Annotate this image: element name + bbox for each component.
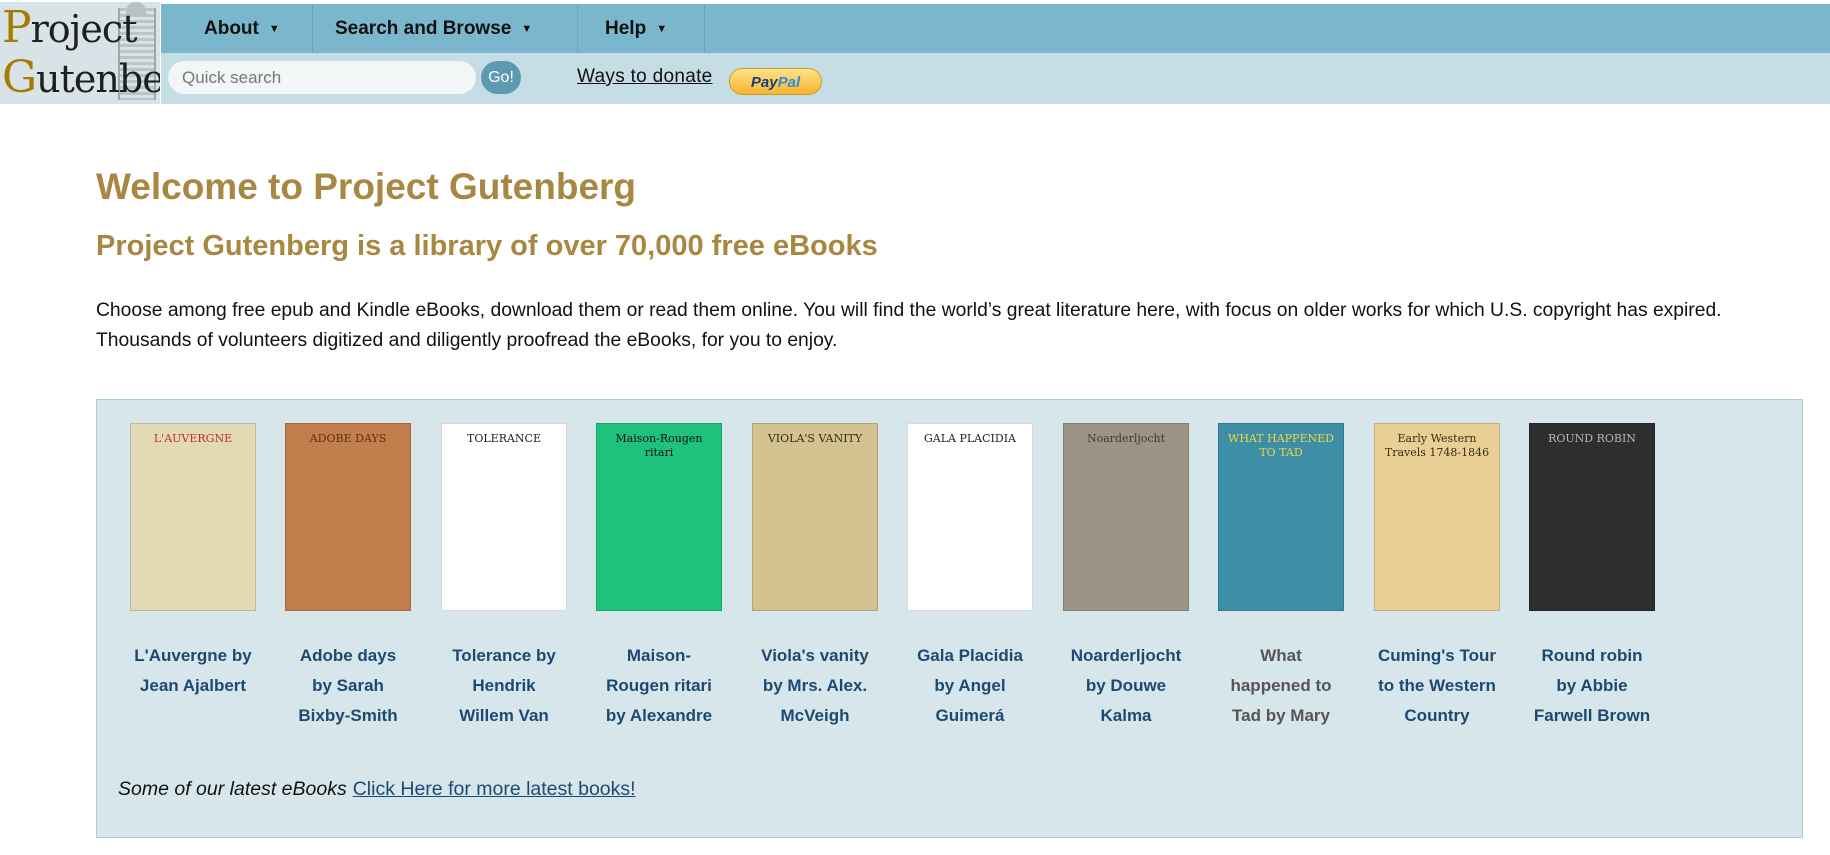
book-title-link[interactable]: Round robin by Abbie Farwell Brown [1529, 641, 1655, 731]
book-cover[interactable]: VIOLA'S VANITY [752, 423, 878, 611]
paypal-button[interactable]: PayPal [729, 68, 822, 95]
book-card[interactable]: Early Western Travels 1748-1846 Cuming's… [1374, 423, 1500, 731]
nav-help-menu[interactable]: Help ▼ [578, 4, 705, 53]
intro-paragraph: Choose among free epub and Kindle eBooks… [96, 300, 1722, 351]
book-cover[interactable]: Noarderljocht [1063, 423, 1189, 611]
book-card[interactable]: Noarderljocht Noarderljocht by Douwe Kal… [1063, 423, 1189, 731]
cover-text: ROUND ROBIN [1548, 432, 1636, 445]
book-title-link[interactable]: Tolerance by Hendrik Willem Van [441, 641, 567, 731]
dropdown-arrow-icon: ▼ [656, 23, 668, 35]
nav-about-menu[interactable]: About ▼ [161, 4, 313, 53]
project-gutenberg-logo[interactable]: Project Gutenberg [0, 2, 160, 104]
book-title-link[interactable]: Viola's vanity by Mrs. Alex. McVeigh Mil… [752, 641, 878, 731]
logo-line-2: Gutenberg [2, 52, 160, 103]
logo-line-1: Project [2, 2, 137, 53]
book-cover[interactable]: GALA PLACIDIA [907, 423, 1033, 611]
quick-search-input[interactable] [168, 61, 476, 94]
latest-books-panel: L'AUVERGNE L'Auvergne by Jean Ajalbert A… [96, 399, 1803, 838]
book-title-link[interactable]: Cuming's Tour to the Western Country (18… [1374, 641, 1500, 731]
ways-to-donate-link[interactable]: Ways to donate [577, 66, 713, 88]
book-cover[interactable]: ADOBE DAYS [285, 423, 411, 611]
book-card[interactable]: VIOLA'S VANITY Viola's vanity by Mrs. Al… [752, 423, 878, 731]
cover-text: GALA PLACIDIA [924, 432, 1016, 445]
cover-text: WHAT HAPPENED TO TAD [1228, 432, 1334, 459]
book-cover[interactable]: Early Western Travels 1748-1846 [1374, 423, 1500, 611]
book-card[interactable]: Maison-Rougen ritari Maison-Rougen ritar… [596, 423, 722, 731]
cover-text: TOLERANCE [467, 432, 541, 445]
book-title-link[interactable]: Adobe days by Sarah Bixby-Smith [285, 641, 411, 731]
nav-search-browse-menu[interactable]: Search and Browse ▼ [313, 4, 578, 53]
main-navigation: About ▼ Search and Browse ▼ Help ▼ [161, 4, 1830, 53]
book-card[interactable]: ROUND ROBIN Round robin by Abbie Farwell… [1529, 423, 1655, 731]
search-go-button[interactable]: Go! [481, 61, 521, 94]
book-cover[interactable]: TOLERANCE [441, 423, 567, 611]
book-title-link[interactable]: Noarderljocht by Douwe Kalma [1063, 641, 1189, 731]
latest-books-label: Some of our latest eBooks [118, 778, 347, 800]
book-cover[interactable]: ROUND ROBIN [1529, 423, 1655, 611]
page-subtitle: Project Gutenberg is a library of over 7… [96, 230, 878, 262]
site-header: Project Gutenberg About▼ Search and Brow… [0, 0, 1830, 104]
book-card[interactable]: TOLERANCE Tolerance by Hendrik Willem Va… [441, 423, 567, 731]
more-latest-books-link[interactable]: Click Here for more latest books! [353, 778, 636, 800]
book-title-link[interactable]: L'Auvergne by Jean Ajalbert [130, 641, 256, 731]
book-title-link[interactable]: Gala Placidia by Angel Guimerá [907, 641, 1033, 731]
cover-text: L'AUVERGNE [153, 432, 233, 445]
book-title-link[interactable]: Maison-Rougen ritari by Alexandre [596, 641, 722, 731]
cover-text: Early Western Travels 1748-1846 [1384, 432, 1490, 459]
book-cover[interactable]: L'AUVERGNE [130, 423, 256, 611]
search-bar: Go! Ways to donate PayPal [161, 53, 1830, 104]
dropdown-arrow-icon: ▼ [521, 23, 533, 35]
book-card[interactable]: WHAT HAPPENED TO TAD What happened to Ta… [1218, 423, 1344, 731]
cover-text: ADOBE DAYS [309, 432, 387, 445]
book-title-link[interactable]: What happened to Tad by Mary E. [1218, 641, 1344, 731]
cover-text: Noarderljocht [1086, 432, 1166, 445]
page-title: Welcome to Project Gutenberg [96, 166, 637, 207]
book-card[interactable]: L'AUVERGNE L'Auvergne by Jean Ajalbert [130, 423, 256, 731]
book-cover[interactable]: Maison-Rougen ritari [596, 423, 722, 611]
cover-text: Maison-Rougen ritari [615, 432, 703, 459]
dropdown-arrow-icon: ▼ [268, 23, 280, 35]
latest-books-footer: Some of our latest eBooks Click Here for … [118, 778, 636, 801]
book-card[interactable]: ADOBE DAYS Adobe days by Sarah Bixby-Smi… [285, 423, 411, 731]
cover-text: VIOLA'S VANITY [767, 432, 863, 445]
book-cover[interactable]: WHAT HAPPENED TO TAD [1218, 423, 1344, 611]
book-card[interactable]: GALA PLACIDIA Gala Placidia by Angel Gui… [907, 423, 1033, 731]
